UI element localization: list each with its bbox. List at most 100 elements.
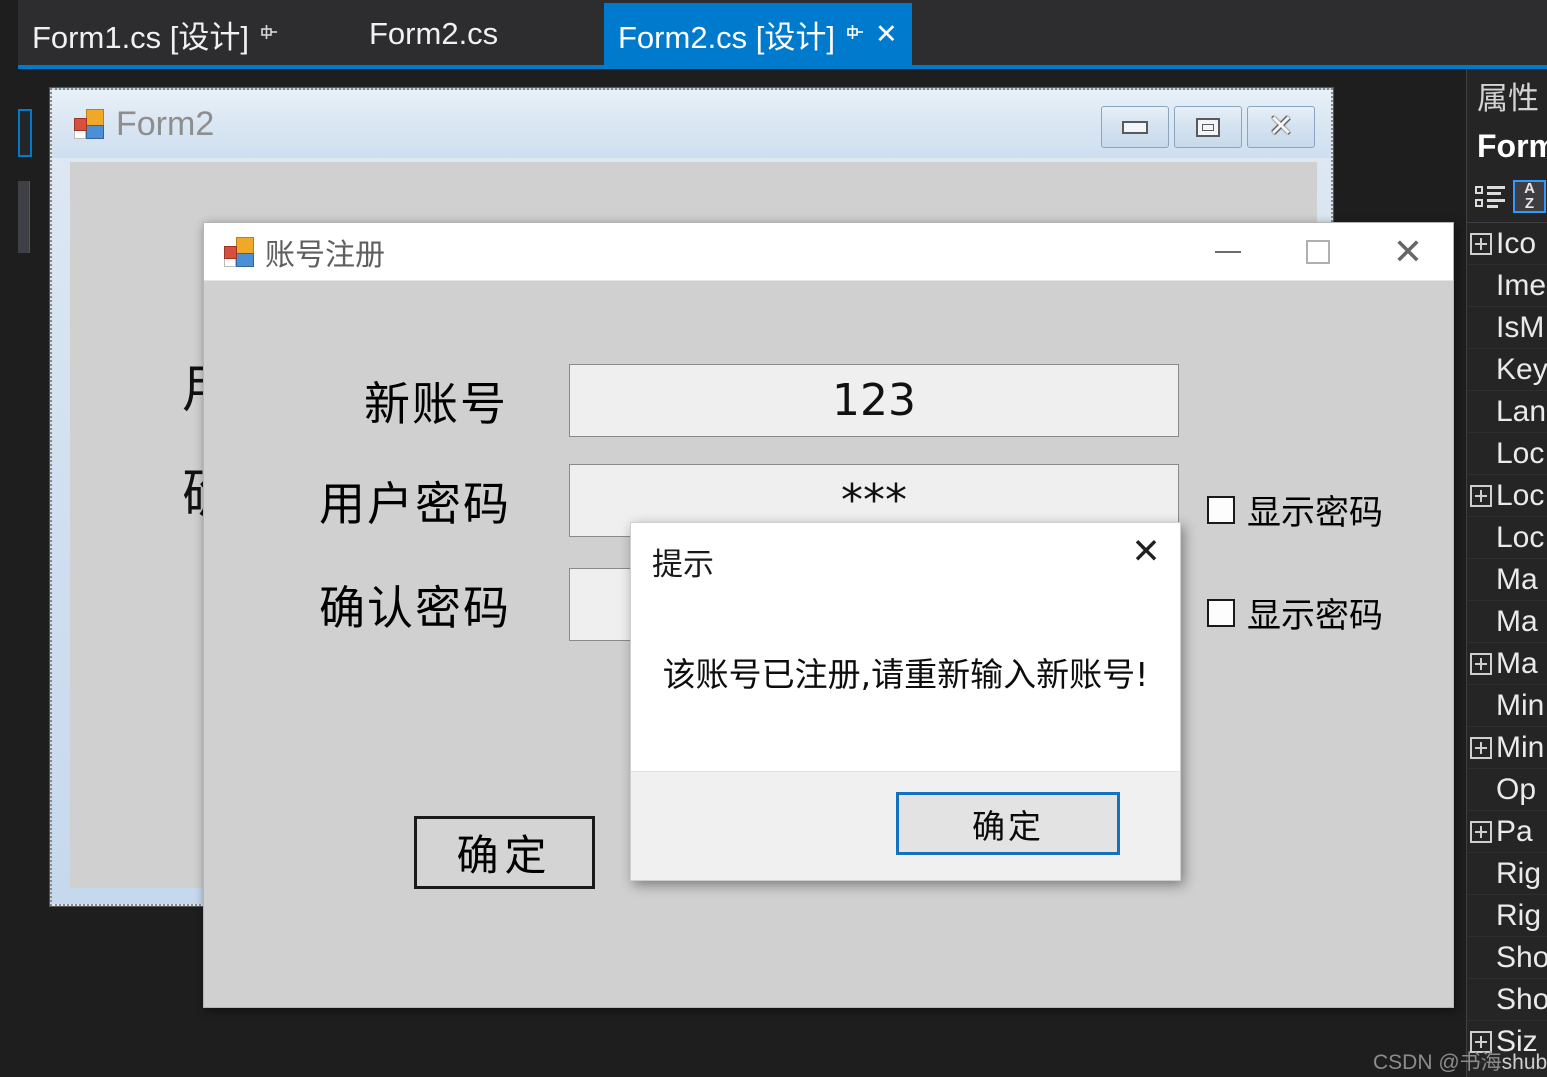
- property-name: Ime: [1496, 268, 1547, 302]
- tab-label: Form2.cs [设计]: [618, 19, 836, 55]
- message-box-ok-button[interactable]: 确定: [896, 792, 1120, 855]
- property-row[interactable]: Loc: [1467, 433, 1547, 475]
- expand-placeholder: [1470, 947, 1492, 969]
- tab-form2-designer[interactable]: Form2.cs [设计] ✕: [604, 3, 912, 65]
- property-name: Loc: [1496, 520, 1545, 554]
- expand-icon[interactable]: [1470, 736, 1492, 759]
- property-row[interactable]: Ico: [1467, 223, 1547, 265]
- property-row[interactable]: Sho: [1467, 979, 1547, 1021]
- property-name: Min: [1496, 730, 1545, 764]
- properties-panel-toolbar: A Z: [1467, 171, 1547, 223]
- expand-placeholder: [1470, 779, 1492, 801]
- designer-canvas: Form2 ✕ 用 确 账号注册: [18, 69, 1466, 1077]
- show-password-checkbox-2-row[interactable]: 显示密码: [1207, 588, 1383, 637]
- checkbox-icon[interactable]: [1207, 495, 1235, 524]
- watermark: CSDN @书海shubai: [1373, 1046, 1547, 1076]
- close-button[interactable]: ✕: [1247, 106, 1315, 148]
- show-password-checkbox-1-row[interactable]: 显示密码: [1207, 485, 1383, 534]
- minimize-button[interactable]: [1183, 223, 1273, 281]
- property-row[interactable]: Lan: [1467, 391, 1547, 433]
- property-row[interactable]: Min: [1467, 727, 1547, 769]
- properties-list[interactable]: Ico Ime IsM Key Lan Loc Loc Loc Ma Ma Ma Min Min Op Pa…: [1467, 223, 1547, 1063]
- property-row[interactable]: Ma: [1467, 559, 1547, 601]
- docked-tool-strip-top[interactable]: [18, 109, 32, 157]
- screen-root: Form1.cs [设计] Form2.cs Form2.cs [设计] ✕ F…: [0, 0, 1547, 1077]
- close-icon[interactable]: ✕: [1112, 523, 1180, 581]
- property-name: Ico: [1496, 226, 1537, 260]
- property-name: Rig: [1496, 898, 1542, 932]
- docked-tool-strip-bottom[interactable]: [18, 181, 30, 253]
- watermark-suffix: shubai: [1501, 1051, 1547, 1074]
- expand-placeholder: [1470, 863, 1492, 885]
- expand-icon[interactable]: [1470, 652, 1492, 675]
- pin-icon[interactable]: [845, 22, 865, 46]
- form-icon: [74, 109, 104, 139]
- property-row[interactable]: Rig: [1467, 853, 1547, 895]
- tab-strip-gutter: [0, 0, 18, 68]
- expand-icon[interactable]: [1470, 484, 1492, 507]
- checkbox-icon[interactable]: [1207, 598, 1235, 627]
- properties-panel-subject: Form: [1477, 127, 1547, 164]
- property-name: Pa: [1496, 814, 1533, 848]
- expand-placeholder: [1470, 275, 1492, 297]
- property-name: Ma: [1496, 646, 1538, 680]
- properties-panel[interactable]: 属性 Form A Z IcoImeIsMKeyLanLocLo: [1466, 69, 1547, 1077]
- expand-placeholder: [1470, 527, 1492, 549]
- tab-form1-designer[interactable]: Form1.cs [设计]: [18, 3, 293, 65]
- message-box[interactable]: 提示 ✕ 该账号已注册,请重新输入新账号! 确定: [630, 522, 1181, 881]
- property-name: Ma: [1496, 562, 1538, 596]
- register-confirm-button[interactable]: 确定: [414, 816, 595, 889]
- property-row[interactable]: Pa: [1467, 811, 1547, 853]
- alphabetical-sort-icon[interactable]: A Z: [1513, 180, 1546, 213]
- minimize-icon: [1215, 251, 1241, 253]
- property-row[interactable]: Key: [1467, 349, 1547, 391]
- form-icon: [224, 236, 254, 267]
- property-row[interactable]: Rig: [1467, 895, 1547, 937]
- property-row[interactable]: Sho: [1467, 937, 1547, 979]
- close-button[interactable]: ✕: [1363, 223, 1453, 281]
- property-name: Loc: [1496, 436, 1545, 470]
- property-name: Lan: [1496, 394, 1547, 428]
- expand-icon[interactable]: [1470, 820, 1492, 843]
- field-label: 新账号: [364, 376, 508, 431]
- minimize-icon: [1122, 120, 1148, 134]
- property-row[interactable]: IsM: [1467, 307, 1547, 349]
- property-row[interactable]: Loc: [1467, 475, 1547, 517]
- tab-label: Form1.cs [设计]: [32, 19, 250, 55]
- expand-icon[interactable]: [1470, 232, 1492, 255]
- tab-label: Form2.cs: [369, 16, 499, 51]
- property-row[interactable]: Ime: [1467, 265, 1547, 307]
- field-label: 用户密码: [319, 476, 511, 531]
- expand-placeholder: [1470, 611, 1492, 633]
- form2-window-controls: ✕: [1101, 106, 1315, 148]
- close-icon[interactable]: ✕: [875, 20, 898, 48]
- property-name: Min: [1496, 688, 1545, 722]
- maximize-button[interactable]: [1273, 223, 1363, 281]
- property-name: Key: [1496, 352, 1547, 386]
- pin-icon[interactable]: [259, 22, 279, 46]
- field-row-new-account: 新账号 123: [364, 364, 1179, 437]
- property-row[interactable]: Min: [1467, 685, 1547, 727]
- properties-panel-header: 属性: [1477, 80, 1539, 116]
- property-name: IsM: [1496, 310, 1545, 344]
- property-row[interactable]: Loc: [1467, 517, 1547, 559]
- minimize-button[interactable]: [1101, 106, 1169, 148]
- register-dialog-body: 新账号 123 用户密码 *** 显示密码 确认密码 显示密码 确定 提示 ✕ …: [204, 281, 1453, 1009]
- expand-placeholder: [1470, 569, 1492, 591]
- property-row[interactable]: Ma: [1467, 643, 1547, 685]
- expand-placeholder: [1470, 401, 1492, 423]
- maximize-button[interactable]: [1174, 106, 1242, 148]
- categorized-view-icon[interactable]: [1473, 180, 1506, 213]
- message-box-titlebar: 提示 ✕: [631, 523, 1180, 595]
- property-row[interactable]: Ma: [1467, 601, 1547, 643]
- expand-placeholder: [1470, 905, 1492, 927]
- message-box-text: 该账号已注册,请重新输入新账号!: [662, 655, 1149, 694]
- expand-placeholder: [1470, 695, 1492, 717]
- property-row[interactable]: Op: [1467, 769, 1547, 811]
- message-box-title: 提示: [652, 547, 714, 583]
- tab-form2-code[interactable]: Form2.cs: [355, 3, 512, 65]
- property-name: Op: [1496, 772, 1537, 806]
- message-box-footer: 确定: [631, 771, 1180, 880]
- register-dialog[interactable]: 账号注册 ✕ 新账号 123 用户密码 *** 显示密码 确认密码 显示密码 确…: [203, 222, 1454, 1008]
- new-account-input[interactable]: 123: [569, 364, 1179, 437]
